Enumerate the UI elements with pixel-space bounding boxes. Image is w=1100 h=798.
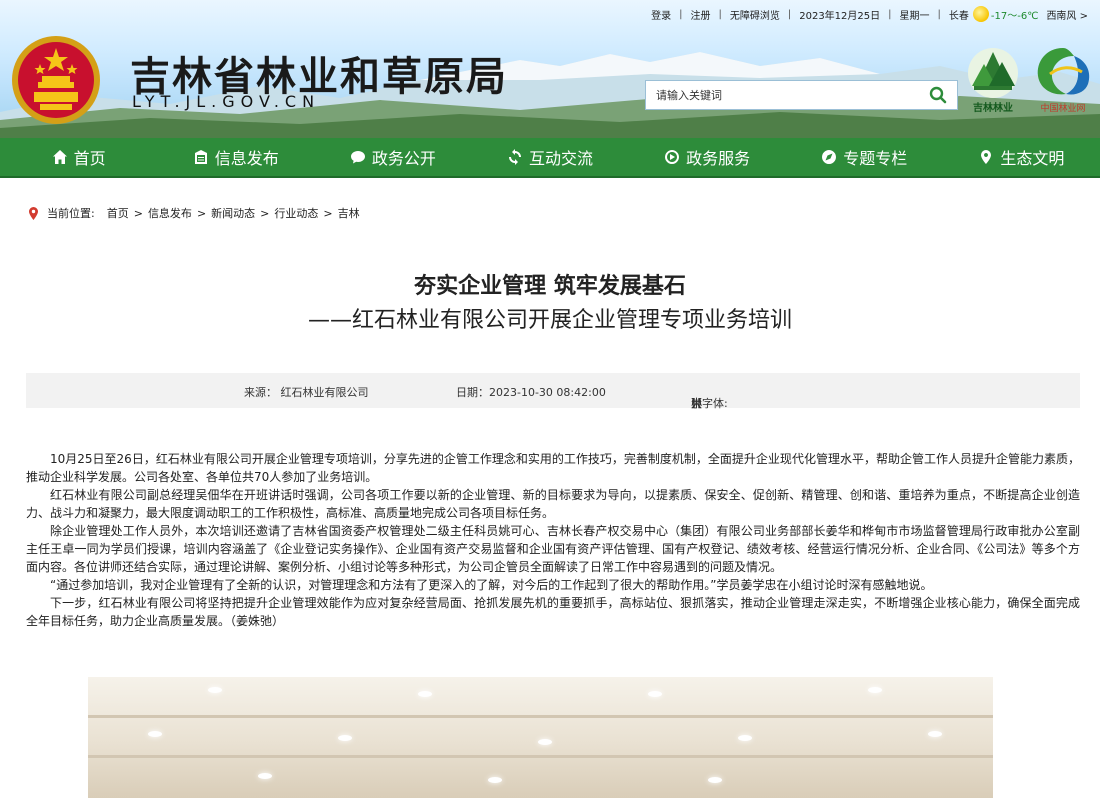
site-domain: LYT.JL.GOV.CN: [132, 92, 321, 111]
nav-item-home[interactable]: 首页: [0, 138, 157, 176]
divider: |: [888, 8, 892, 20]
breadcrumb-industry-news[interactable]: 行业动态: [274, 205, 318, 221]
site-header: 登录 | 注册 | 无障碍浏览 | 2023年12月25日 | 星期一 | 长春…: [0, 0, 1100, 138]
article-subtitle: ——红石林业有限公司开展企业管理专项业务培训: [307, 308, 792, 333]
weather-wind: 西南风 >: [1046, 10, 1088, 22]
ceiling-light: [488, 777, 502, 783]
accessible-browse-link[interactable]: 无障碍浏览: [730, 7, 780, 22]
ceiling-band: [88, 755, 993, 758]
weather-city: 长春: [948, 10, 969, 22]
nav-item-label: 信息发布: [214, 149, 279, 168]
divider: |: [718, 8, 722, 20]
nav-item-label: 政务公开: [371, 149, 436, 168]
date-text: 2023年12月25日: [799, 10, 881, 22]
ceiling-light: [648, 691, 662, 697]
article-source: 来源： 红石林业有限公司: [244, 386, 369, 399]
ceiling-band: [88, 715, 993, 718]
nav-item-label: 生态文明: [1000, 149, 1065, 168]
ceiling-light: [418, 691, 432, 697]
breadcrumb-separator: >: [196, 206, 207, 220]
breadcrumb-separator: >: [133, 206, 143, 220]
ceiling-light: [258, 773, 272, 779]
breadcrumb-jilin[interactable]: 吉林: [338, 205, 360, 221]
font-size-bracket: 】: [691, 397, 702, 410]
register-link[interactable]: 注册: [690, 7, 710, 22]
chat-bubble-icon: [350, 151, 365, 164]
search-button[interactable]: [919, 81, 957, 109]
article-date: 日期：2023-10-30 08:42:00: [456, 386, 606, 399]
china-forestry-logo-icon: [1037, 48, 1090, 95]
service-icon: [665, 150, 680, 164]
divider: |: [679, 8, 683, 20]
ceiling-light: [148, 731, 162, 737]
breadcrumb-separator: >: [260, 206, 270, 220]
sun-icon: [972, 6, 989, 22]
nav-item-special-topics[interactable]: 专题专栏: [786, 138, 943, 176]
article-paragraph: 红石林业有限公司副总经理吴佃华在开班讲话时强调，公司各项工作要以新的企业管理、新…: [26, 488, 1080, 520]
login-link[interactable]: 登录: [651, 7, 671, 22]
ceiling-light: [338, 735, 352, 741]
divider: |: [937, 8, 941, 20]
nav-item-eco-civilization[interactable]: 生态文明: [943, 138, 1100, 176]
location-pin-icon: [29, 206, 38, 220]
china-forestry-logo[interactable]: 中国林业网: [1030, 44, 1096, 114]
nav-item-gov-services[interactable]: 政务服务: [629, 138, 786, 176]
breadcrumb-separator: >: [323, 206, 333, 220]
ceiling-light: [868, 687, 882, 693]
nav-item-label: 首页: [73, 149, 106, 168]
breadcrumb-news[interactable]: 新闻动态: [211, 205, 255, 221]
article-body: 10月25日至26日，红石林业有限公司开展企业管理专项培训，分享先进的企管工作理…: [26, 450, 1080, 630]
breadcrumb-label: 当前位置:: [47, 207, 95, 220]
article-paragraph: 10月25日至26日，红石林业有限公司开展企业管理专项培训，分享先进的企管工作理…: [26, 452, 1080, 484]
ceiling-light: [708, 777, 722, 783]
document-icon: [194, 150, 207, 164]
compass-icon: [822, 150, 837, 164]
divider: |: [787, 8, 792, 20]
ceiling-light: [538, 739, 552, 745]
top-utility-bar: 登录 | 注册 | 无障碍浏览 | 2023年12月25日 | 星期一 | 长春…: [651, 6, 1088, 22]
nav-item-label: 政务服务: [686, 149, 751, 168]
breadcrumb: 当前位置: 首页 > 信息发布 > 新闻动态 > 行业动态 > 吉林: [28, 205, 360, 221]
article-paragraph: 下一步，红石林业有限公司将坚持把提升企业管理效能作为应对复杂经营局面、抢抓发展先…: [26, 596, 1080, 628]
nav-item-label: 专题专栏: [843, 149, 908, 168]
main-navigation: 首页 信息发布 政务公开 互动交流 政务服务 专题专栏 生态文明: [0, 138, 1100, 178]
breadcrumb-home[interactable]: 首页: [107, 205, 129, 221]
national-emblem-icon: [12, 36, 100, 124]
weather-temperature: -17～-6℃: [990, 10, 1039, 22]
location-icon: [981, 150, 992, 164]
nav-item-gov-affairs[interactable]: 政务公开: [314, 138, 471, 176]
ceiling-light: [738, 735, 752, 741]
jilin-forestry-logo-label: 吉林林业: [973, 103, 1013, 114]
breadcrumb-info-release[interactable]: 信息发布: [148, 205, 192, 221]
china-forestry-logo-label: 中国林业网: [1040, 104, 1086, 114]
weekday-text: 星期一: [899, 10, 930, 22]
jilin-forestry-logo-icon: [968, 48, 1018, 98]
home-icon: [52, 150, 67, 164]
ceiling-light: [208, 687, 222, 693]
article-title: 夯实企业管理 筑牢发展基石: [414, 274, 686, 299]
nav-item-interaction[interactable]: 互动交流: [471, 138, 628, 176]
article-photo: [88, 677, 993, 798]
article-meta-bar: 来源： 红石林业有限公司 日期：2023-10-30 08:42:00 【字体:…: [26, 373, 1080, 410]
search-input[interactable]: [646, 81, 919, 109]
ceiling-light: [928, 731, 942, 737]
article-paragraph: “通过参加培训，我对企业管理有了全新的认识，对管理理念和方法有了更深入的了解，对…: [50, 578, 933, 592]
refresh-icon: [508, 149, 521, 165]
nav-item-info-release[interactable]: 信息发布: [157, 138, 314, 176]
nav-item-label: 互动交流: [528, 149, 593, 168]
search-box: [645, 80, 958, 110]
search-icon: [929, 86, 947, 104]
article-paragraph: 除企业管理处工作人员外，本次培训还邀请了吉林省国资委产权管理处二级主任科员姚可心…: [26, 524, 1080, 574]
jilin-forestry-logo[interactable]: 吉林林业: [962, 46, 1024, 114]
